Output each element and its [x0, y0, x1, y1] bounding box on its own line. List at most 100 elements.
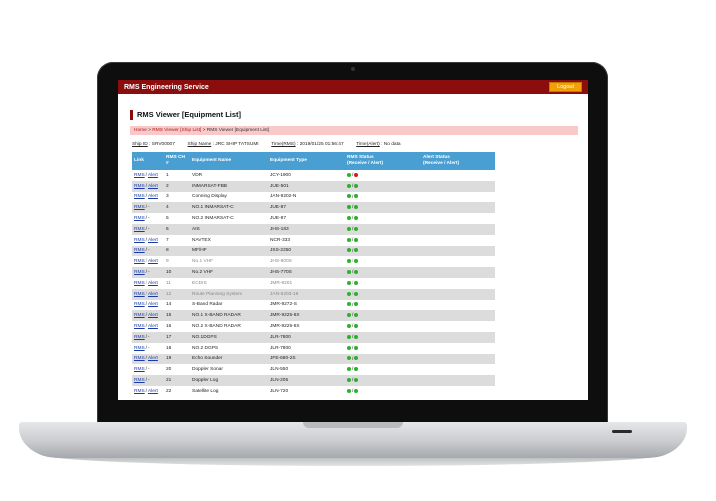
link-cell: RMS/Alert: [132, 256, 164, 267]
alert-link[interactable]: Alert: [148, 194, 158, 199]
table-row: RMS/Alert 2 INMARSAT-FBB JUE-501/: [132, 180, 495, 192]
rms-link[interactable]: RMS: [134, 248, 145, 253]
name-cell: ECDIS: [192, 280, 207, 286]
breadcrumb-ship-list[interactable]: RMS Viewer [Ship List]: [152, 128, 201, 133]
receive-status-icon: [347, 280, 351, 285]
receive-status-icon: [347, 194, 351, 199]
table-row: RMS/- 6 AIS JHS-183/: [132, 223, 495, 235]
rms-link[interactable]: RMS: [134, 367, 145, 372]
link-cell: RMS/-: [132, 343, 164, 354]
link-sep: /: [145, 194, 148, 200]
table-row: RMS/Alert 9 No.1 VHF JHS-800S /: [132, 256, 495, 267]
rms-link[interactable]: RMS: [134, 324, 145, 329]
type-cell: JLR-7800: [270, 345, 291, 351]
ch-cell: 21: [164, 375, 190, 386]
ch-cell: 20: [166, 367, 172, 373]
alert-status-cell: [421, 321, 495, 332]
status-sep: /: [352, 281, 354, 286]
breadcrumb-sep: >: [202, 128, 206, 133]
alert-link-disabled: -: [148, 378, 150, 384]
link-sep: /: [145, 291, 148, 297]
rms-link[interactable]: RMS: [134, 292, 145, 297]
col-rms-status: RMS Status (Receive / Alert): [345, 152, 421, 170]
name-cell: NAVTEX: [192, 237, 211, 243]
rms-link[interactable]: RMS: [134, 335, 145, 340]
rms-link[interactable]: RMS: [134, 205, 145, 210]
alert-status-cell: [421, 267, 495, 278]
rms-link[interactable]: RMS: [134, 346, 145, 351]
name-cell: NO.1DGPS: [190, 331, 268, 343]
link-cell: RMS/Alert: [132, 321, 164, 332]
rms-status-cell: /: [345, 180, 421, 192]
alert-status-cell: [421, 235, 495, 246]
rms-status-cell: /: [345, 331, 421, 343]
rms-link[interactable]: RMS: [134, 389, 145, 394]
table-row: RMS/- 20 Doppler Sonar JLN-550/: [132, 364, 495, 375]
alert-status-cell: [421, 180, 495, 192]
rms-status-cell: /: [345, 256, 421, 267]
link-sep: /: [145, 259, 148, 265]
link-cell: RMS/Alert: [132, 386, 164, 397]
alert-link-disabled: -: [148, 270, 150, 276]
rms-link[interactable]: RMS: [134, 216, 145, 221]
col-rms-status-sub: (Receive / Alert): [347, 161, 384, 166]
rms-link[interactable]: RMS: [134, 184, 145, 189]
rms-link[interactable]: RMS: [134, 378, 145, 383]
link-sep: /: [145, 324, 148, 330]
name-cell: Doppler Log: [190, 375, 268, 386]
alert-status-icon: [354, 280, 359, 285]
alert-link[interactable]: Alert: [148, 173, 158, 178]
alert-link[interactable]: Alert: [148, 259, 158, 264]
alert-link[interactable]: Alert: [148, 324, 158, 329]
rms-link[interactable]: RMS: [134, 238, 145, 243]
alert-link[interactable]: Alert: [148, 238, 158, 243]
rms-link[interactable]: RMS: [134, 194, 145, 199]
breadcrumb-sep: >: [148, 128, 151, 133]
alert-status-cell: [421, 213, 495, 224]
status-sep: /: [352, 270, 354, 276]
alert-link[interactable]: Alert: [148, 313, 158, 318]
alert-link[interactable]: Alert: [148, 302, 158, 307]
link-cell: RMS/Alert: [132, 310, 164, 322]
alert-link[interactable]: Alert: [148, 281, 158, 286]
logout-button[interactable]: Logout: [549, 82, 582, 92]
link-sep: /: [145, 172, 148, 178]
table-row: RMS/- 17 NO.1DGPS JLR-7800/: [132, 331, 495, 343]
type-cell: JMR-9201: [270, 280, 293, 286]
alert-status-icon: [354, 259, 359, 264]
alert-link[interactable]: Alert: [148, 184, 158, 189]
alert-link[interactable]: Alert: [148, 292, 158, 297]
alert-link[interactable]: Alert: [148, 389, 158, 394]
col-alert-status: Alert Status (Receive / Alert): [421, 152, 495, 170]
time-alert-value: : No data: [381, 142, 401, 147]
status-sep: /: [352, 345, 354, 351]
name-cell: Satellite Log: [192, 388, 219, 394]
rms-link[interactable]: RMS: [134, 313, 145, 318]
alert-link-disabled: -: [148, 345, 150, 351]
rms-link[interactable]: RMS: [134, 270, 145, 275]
alert-status-icon: [354, 269, 359, 274]
rms-link[interactable]: RMS: [134, 356, 145, 361]
table-row: RMS/Alert 14 S-Band Radar JMR-9272-S /: [132, 300, 495, 311]
alert-status-icon: [354, 215, 359, 220]
alert-status-cell: [421, 256, 495, 267]
alert-status-cell: [421, 300, 495, 311]
rms-link[interactable]: RMS: [134, 281, 145, 286]
rms-link[interactable]: RMS: [134, 227, 145, 232]
ch-cell: 4: [164, 202, 190, 214]
col-link: Link: [132, 152, 164, 170]
alert-link[interactable]: Alert: [148, 356, 158, 361]
breadcrumb-home[interactable]: Home: [134, 128, 147, 133]
rms-link[interactable]: RMS: [134, 302, 145, 307]
alert-status-icon: [354, 313, 359, 318]
link-cell: RMS/-: [132, 267, 164, 278]
time-rms-label: Time(RMS): [271, 142, 296, 147]
alert-link-disabled: -: [148, 226, 150, 232]
rms-status-cell: /: [345, 278, 421, 289]
ch-cell: 12: [164, 288, 190, 300]
alert-status-cell: [421, 364, 495, 375]
link-sep: /: [145, 388, 148, 394]
receive-status-icon: [347, 291, 351, 296]
rms-link[interactable]: RMS: [134, 259, 145, 264]
rms-link[interactable]: RMS: [134, 173, 145, 178]
